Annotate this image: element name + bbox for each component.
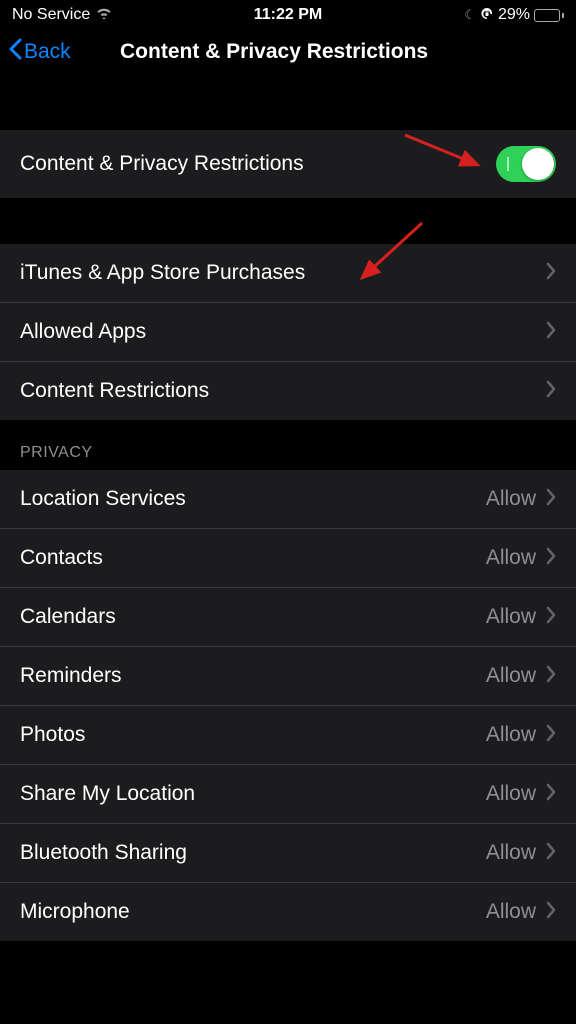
row-value: Allow bbox=[486, 723, 536, 747]
chevron-right-icon bbox=[546, 260, 556, 286]
itunes-app-store-row[interactable]: iTunes & App Store Purchases bbox=[0, 244, 576, 303]
share-my-location-row[interactable]: Share My Location Allow bbox=[0, 765, 576, 824]
row-value: Allow bbox=[486, 782, 536, 806]
toggle-label: Content & Privacy Restrictions bbox=[20, 152, 304, 176]
row-label: iTunes & App Store Purchases bbox=[20, 261, 305, 285]
chevron-right-icon bbox=[546, 604, 556, 630]
chevron-right-icon bbox=[546, 840, 556, 866]
status-right: ☾ 29% bbox=[464, 6, 564, 24]
status-left: No Service bbox=[12, 6, 112, 24]
microphone-row[interactable]: Microphone Allow bbox=[0, 883, 576, 941]
chevron-left-icon bbox=[8, 38, 22, 66]
chevron-right-icon bbox=[546, 486, 556, 512]
main-toggle-group: Content & Privacy Restrictions bbox=[0, 130, 576, 198]
bluetooth-sharing-row[interactable]: Bluetooth Sharing Allow bbox=[0, 824, 576, 883]
chevron-right-icon bbox=[546, 663, 556, 689]
chevron-right-icon bbox=[546, 722, 556, 748]
orientation-lock-icon bbox=[480, 7, 494, 24]
restriction-group: iTunes & App Store Purchases Allowed App… bbox=[0, 244, 576, 420]
battery-icon bbox=[534, 9, 564, 22]
row-label: Reminders bbox=[20, 664, 122, 688]
photos-row[interactable]: Photos Allow bbox=[0, 706, 576, 765]
status-bar: No Service 11:22 PM ☾ 29% bbox=[0, 0, 576, 28]
row-label: Calendars bbox=[20, 605, 116, 629]
row-label: Photos bbox=[20, 723, 85, 747]
chevron-right-icon bbox=[546, 545, 556, 571]
row-value: Allow bbox=[486, 487, 536, 511]
contacts-row[interactable]: Contacts Allow bbox=[0, 529, 576, 588]
row-value: Allow bbox=[486, 546, 536, 570]
calendars-row[interactable]: Calendars Allow bbox=[0, 588, 576, 647]
row-value: Allow bbox=[486, 841, 536, 865]
row-value: Allow bbox=[486, 900, 536, 924]
row-label: Location Services bbox=[20, 487, 186, 511]
content-privacy-toggle[interactable] bbox=[496, 146, 556, 182]
dnd-moon-icon: ☾ bbox=[464, 7, 476, 23]
row-label: Allowed Apps bbox=[20, 320, 146, 344]
reminders-row[interactable]: Reminders Allow bbox=[0, 647, 576, 706]
location-services-row[interactable]: Location Services Allow bbox=[0, 470, 576, 529]
nav-bar: Back Content & Privacy Restrictions bbox=[0, 28, 576, 80]
content-restrictions-row[interactable]: Content Restrictions bbox=[0, 362, 576, 420]
row-label: Bluetooth Sharing bbox=[20, 841, 187, 865]
allowed-apps-row[interactable]: Allowed Apps bbox=[0, 303, 576, 362]
row-label: Share My Location bbox=[20, 782, 195, 806]
chevron-right-icon bbox=[546, 378, 556, 404]
privacy-group: Location Services Allow Contacts Allow C… bbox=[0, 470, 576, 941]
back-button[interactable]: Back bbox=[8, 38, 71, 66]
chevron-right-icon bbox=[546, 899, 556, 925]
row-value: Allow bbox=[486, 605, 536, 629]
battery-percent: 29% bbox=[498, 6, 530, 24]
row-label: Microphone bbox=[20, 900, 130, 924]
row-label: Content Restrictions bbox=[20, 379, 209, 403]
row-label: Contacts bbox=[20, 546, 103, 570]
chevron-right-icon bbox=[546, 781, 556, 807]
chevron-right-icon bbox=[546, 319, 556, 345]
row-value: Allow bbox=[486, 664, 536, 688]
back-label: Back bbox=[24, 40, 71, 64]
privacy-section-header: PRIVACY bbox=[0, 420, 576, 470]
page-title: Content & Privacy Restrictions bbox=[120, 40, 428, 64]
wifi-icon bbox=[96, 6, 112, 24]
carrier-label: No Service bbox=[12, 6, 90, 24]
content-privacy-toggle-row[interactable]: Content & Privacy Restrictions bbox=[0, 130, 576, 198]
status-time: 11:22 PM bbox=[254, 6, 322, 24]
